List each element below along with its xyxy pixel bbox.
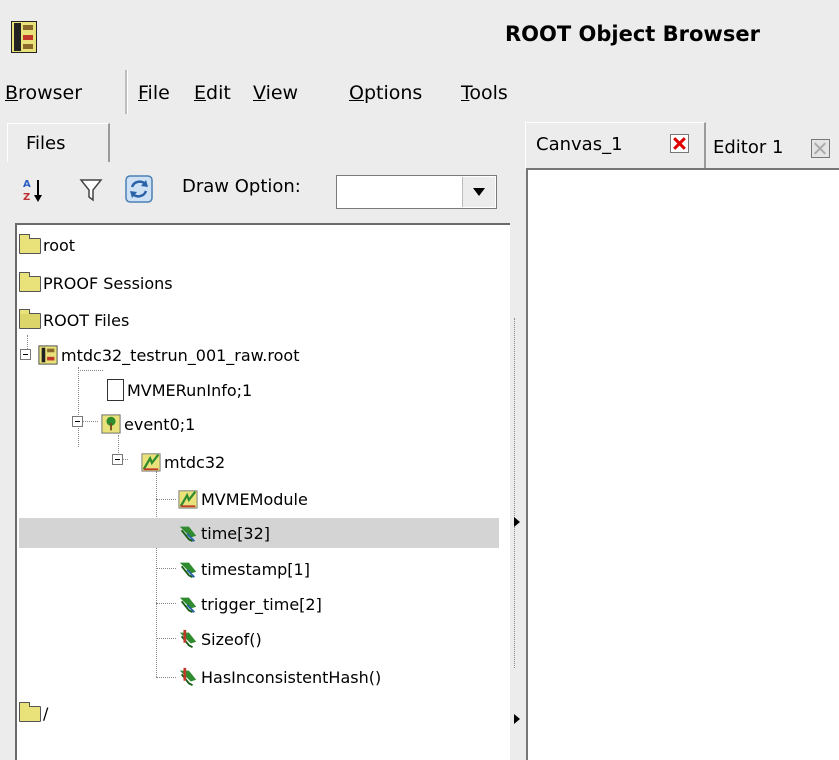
tree-item-hasinconsistenthash[interactable]: HasInconsistentHash() [177, 662, 381, 692]
tree-item-trigger-time[interactable]: trigger_time[2] [177, 589, 322, 619]
canvas-area[interactable] [526, 168, 839, 760]
tree-item-root[interactable]: root [19, 230, 75, 260]
menu-browser[interactable]: Browser [5, 82, 82, 104]
svg-text:Z: Z [23, 192, 30, 203]
tree-item-time[interactable]: time[32] [19, 518, 499, 548]
tree-item-label: time[32] [201, 523, 270, 543]
tab-canvas-1-label: Canvas_1 [536, 134, 623, 155]
expand-arrow-icon[interactable] [514, 517, 520, 527]
tree-item-label: root [43, 235, 76, 255]
chevron-down-icon[interactable] [462, 177, 495, 207]
branch-element-icon [178, 490, 198, 509]
tree-item-mvmemodule[interactable]: MVMEModule [177, 484, 308, 514]
tree-connector [78, 367, 79, 447]
tree-item-label: mtdc32_testrun_001_raw.root [61, 345, 300, 365]
tree-item-event0[interactable]: event0;1 [100, 409, 195, 439]
collapse-toggle[interactable] [112, 454, 123, 465]
tree-item-label: MVMEModule [201, 489, 308, 509]
tree-item-label: / [43, 703, 49, 723]
draw-option-label: Draw Option: [182, 176, 301, 197]
collapse-toggle[interactable] [20, 349, 31, 360]
menu-separator [125, 70, 128, 114]
folder-open-icon [19, 309, 41, 330]
branch-element-icon [141, 453, 161, 472]
title-bar: ROOT Object Browser [0, 0, 839, 66]
tab-canvas-1[interactable]: Canvas_1 [525, 122, 706, 169]
tree-item-mvmeruninfo[interactable]: MVMERunInfo;1 [105, 375, 252, 405]
tab-files-label: Files [26, 133, 66, 154]
filter-icon[interactable] [79, 177, 103, 203]
close-red-icon[interactable] [670, 134, 689, 153]
close-gray-icon[interactable] [811, 139, 830, 158]
tree-item-label: HasInconsistentHash() [201, 667, 382, 687]
tree-item-timestamp[interactable]: timestamp[1] [177, 554, 310, 584]
refresh-icon[interactable] [124, 174, 154, 204]
tree-item-label: MVMERunInfo;1 [127, 380, 253, 400]
leaf-icon [179, 597, 197, 613]
tree-connector [156, 677, 176, 678]
tree-item-label: timestamp[1] [201, 559, 310, 579]
tree-item-label: trigger_time[2] [201, 594, 322, 614]
root-file-icon [38, 345, 58, 365]
svg-text:A: A [23, 179, 31, 190]
tree-connector [156, 499, 176, 500]
tree-connector [156, 603, 176, 604]
tree-item-label: mtdc32 [164, 452, 226, 472]
file-tree[interactable]: root PROOF Sessions ROOT Files mtdc32_te… [15, 223, 511, 760]
leaf-method-icon [179, 667, 197, 686]
leaf-method-icon [179, 629, 197, 648]
leaf-icon [179, 562, 197, 578]
collapse-toggle[interactable] [72, 416, 83, 427]
tree-connector [156, 471, 157, 677]
document-icon [107, 379, 124, 401]
menu-view[interactable]: View [253, 82, 298, 104]
tree-item-label: event0;1 [124, 414, 196, 434]
folder-icon [19, 272, 41, 293]
tree-item-mtdc32[interactable]: mtdc32 [140, 447, 225, 477]
tree-item-root-files[interactable]: ROOT Files [19, 305, 129, 335]
tree-item-root-file[interactable]: mtdc32_testrun_001_raw.root [37, 340, 299, 370]
root-browser-app-icon [11, 21, 37, 53]
expand-arrow-icon[interactable] [514, 714, 520, 724]
tree-item-slash[interactable]: / [19, 698, 48, 728]
folder-icon [19, 702, 41, 723]
draw-option-combobox[interactable] [336, 175, 497, 209]
leaf-icon [179, 526, 197, 542]
tree-item-sizeof[interactable]: Sizeof() [177, 624, 262, 654]
tree-connector [78, 370, 103, 371]
tree-item-label: Sizeof() [201, 629, 262, 649]
tree-icon [101, 414, 121, 434]
menu-tools[interactable]: Tools [461, 82, 508, 104]
tree-item-label: PROOF Sessions [43, 273, 173, 293]
vertical-splitter[interactable] [510, 118, 525, 760]
tab-editor-1[interactable]: Editor 1 [705, 128, 839, 168]
tab-files[interactable]: Files [7, 123, 110, 162]
splitter-grip [514, 318, 515, 668]
window-title: ROOT Object Browser [505, 22, 760, 46]
tab-editor-1-label: Editor 1 [713, 137, 784, 158]
menu-edit[interactable]: Edit [194, 82, 231, 104]
tree-item-proof-sessions[interactable]: PROOF Sessions [19, 268, 173, 298]
menu-file[interactable]: File [138, 82, 170, 104]
folder-icon [19, 234, 41, 255]
tree-connector [156, 638, 176, 639]
sort-az-icon[interactable]: A Z [21, 176, 45, 204]
tree-item-label: ROOT Files [43, 310, 130, 330]
menu-options[interactable]: Options [349, 82, 422, 104]
tree-connector [156, 568, 176, 569]
